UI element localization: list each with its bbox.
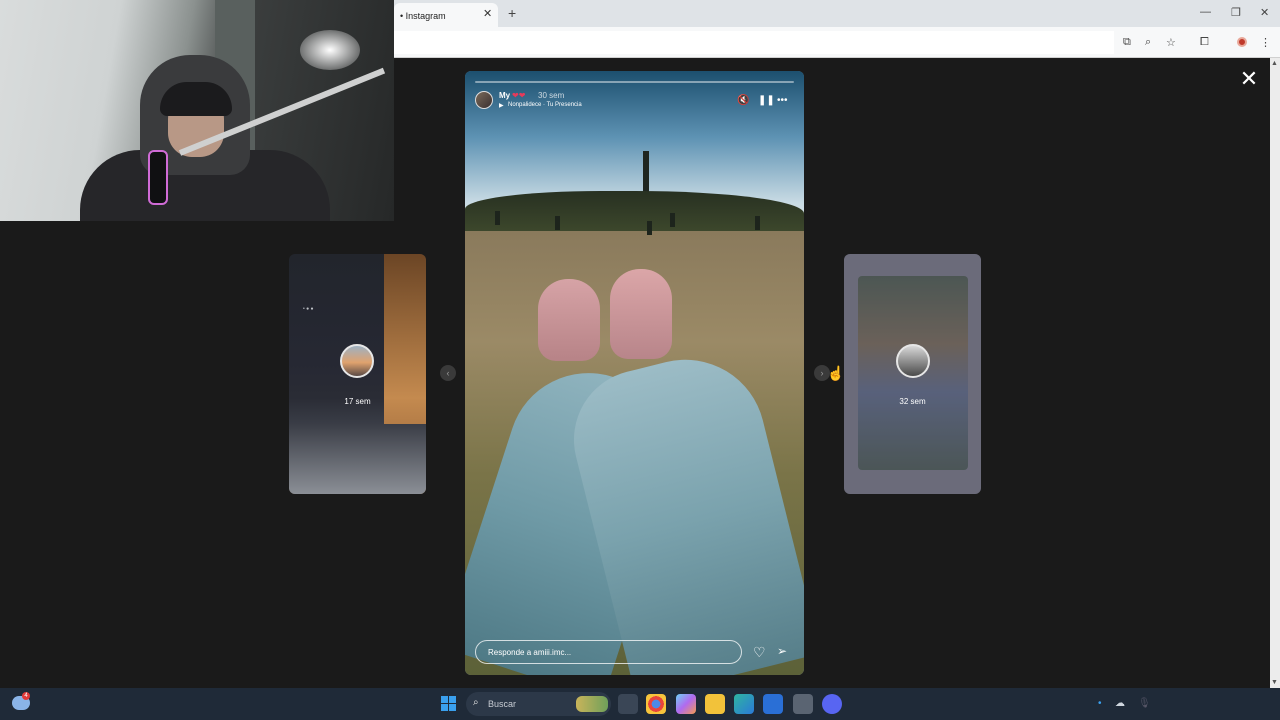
story-card[interactable]: My ❤❤ 30 sem ▶ Nonpalidece · Tu Presenci… (465, 71, 804, 675)
browser-toolbar: ⧉ ⌕ ☆ ⧠ ⋮ (394, 27, 1280, 58)
webcam-light (300, 30, 360, 70)
zoom-icon[interactable]: ⌕ (1145, 36, 1151, 49)
story-music-title[interactable]: Nonpalidece · Tu Presencia (508, 102, 582, 108)
story-progress-bar (475, 81, 794, 83)
search-highlight-image (576, 696, 608, 712)
webcam-microphone (148, 150, 168, 205)
webcam-overlay (0, 0, 394, 221)
tab-instagram[interactable]: • Instagram ✕ (394, 3, 498, 27)
search-placeholder: Buscar (488, 699, 517, 709)
onedrive-icon[interactable]: ☁ (1115, 698, 1125, 709)
edge-icon[interactable] (734, 694, 754, 714)
story-shoe-left (538, 279, 600, 361)
page-scrollbar[interactable] (1270, 58, 1280, 688)
previous-story-preview[interactable]: • ● ● 17 sem (289, 254, 426, 494)
previous-story-arrow-icon[interactable]: ‹ (440, 365, 456, 381)
close-viewer-button[interactable]: ✕ (1238, 68, 1260, 90)
extensions-icon[interactable]: ⧠ (1200, 36, 1209, 49)
story-shoe-right (610, 269, 672, 359)
more-options-icon[interactable]: ••• (777, 95, 788, 106)
preview-avatar (896, 344, 930, 378)
chrome-icon[interactable] (646, 694, 666, 714)
screen: • Instagram ✕ + — ❐ ✕ ⧉ ⌕ ☆ ⧠ ⋮ ▲ ▼ ✕ • … (0, 0, 1280, 720)
story-user-avatar[interactable] (475, 91, 493, 109)
new-tab-button[interactable]: + (508, 5, 516, 21)
send-icon[interactable]: ➢ (777, 644, 787, 658)
preview-caption: • ● ● (303, 306, 314, 312)
address-bar[interactable] (394, 31, 1114, 54)
discord-icon[interactable] (822, 694, 842, 714)
weather-badge: 4 (22, 692, 30, 700)
scroll-down-icon[interactable]: ▼ (1271, 679, 1278, 686)
file-explorer-icon[interactable] (705, 694, 725, 714)
task-view-icon[interactable] (618, 694, 638, 714)
mouse-cursor-icon: ☝ (827, 365, 845, 381)
story-player-figure (647, 221, 652, 235)
story-player-figure (670, 213, 675, 227)
install-icon[interactable]: ⧉ (1123, 36, 1131, 49)
reply-input[interactable]: Responde a amiii.imc... (475, 640, 742, 664)
minimize-button[interactable]: — (1200, 6, 1211, 18)
start-menu-icon[interactable] (441, 696, 456, 711)
tray-mic-icon[interactable]: 🎙 (1138, 698, 1151, 709)
story-trees-image (465, 191, 804, 236)
preview-avatar (340, 344, 374, 378)
tab-title: • Instagram (400, 11, 446, 21)
story-player-figure (755, 216, 760, 230)
preview-time: 32 sem (899, 397, 926, 406)
next-story-preview[interactable]: 32 sem (844, 254, 981, 494)
webcam-person-hair (160, 82, 232, 116)
pause-icon[interactable]: ❚❚ (758, 95, 775, 106)
browser-tab-bar: • Instagram ✕ + — ❐ ✕ (394, 0, 1280, 27)
menu-icon[interactable]: ⋮ (1260, 36, 1271, 49)
like-heart-icon[interactable]: ♡ (753, 644, 766, 661)
tray-dot-icon: • (1098, 698, 1102, 709)
profile-avatar[interactable] (1237, 37, 1247, 47)
taskbar-search[interactable]: ⌕ Buscar (466, 692, 611, 716)
story-username[interactable]: My (499, 91, 510, 100)
star-icon[interactable]: ☆ (1166, 36, 1176, 49)
settings-icon[interactable] (793, 694, 813, 714)
close-window-button[interactable]: ✕ (1260, 6, 1269, 19)
story-player-figure (555, 216, 560, 230)
story-player-figure (495, 211, 500, 225)
windows-taskbar: 4 ⌕ Buscar • ☁ 🎙 (0, 688, 1280, 720)
preview-time: 17 sem (344, 397, 371, 406)
scroll-up-icon[interactable]: ▲ (1271, 60, 1278, 67)
story-username-emoji: ❤❤ (512, 91, 526, 100)
store-icon[interactable] (763, 694, 783, 714)
story-timestamp: 30 sem (538, 91, 565, 100)
copilot-icon[interactable] (676, 694, 696, 714)
preview-street-image (289, 424, 426, 494)
restore-button[interactable]: ❐ (1231, 6, 1241, 19)
search-icon: ⌕ (473, 697, 479, 708)
music-icon: ▶ (499, 103, 504, 109)
tab-close-icon[interactable]: ✕ (483, 7, 492, 20)
mute-icon[interactable]: 🔇 (737, 95, 749, 106)
